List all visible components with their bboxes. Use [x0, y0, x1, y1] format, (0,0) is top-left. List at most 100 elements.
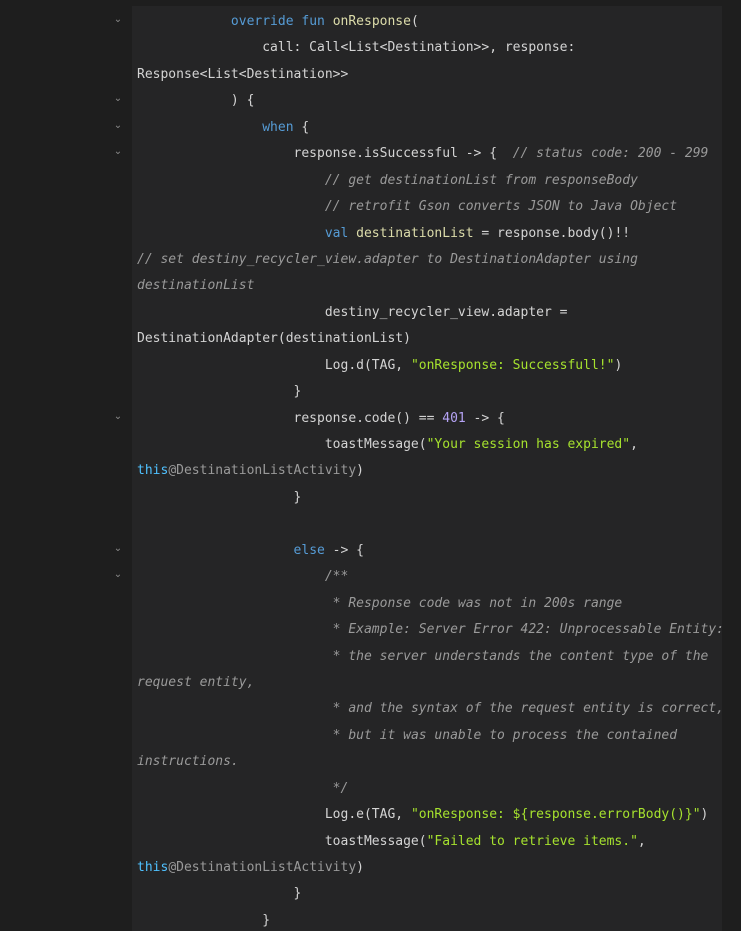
code-token: /**	[324, 569, 349, 585]
code-token: response.code() ==	[137, 410, 443, 426]
code-line[interactable]: ) {	[137, 88, 737, 114]
code-line[interactable]: toastMessage("Failed to retrieve items."…	[137, 829, 737, 855]
code-token: )	[356, 860, 364, 875]
code-token: * the server understands the content typ…	[332, 648, 709, 664]
code-token: )	[356, 463, 364, 479]
code-token: toastMessage(	[137, 437, 427, 452]
chevron-down-icon[interactable]: ⌄	[110, 410, 126, 424]
code-line[interactable]: Response<List<Destination>>	[137, 62, 737, 88]
chevron-down-icon[interactable]: ⌄	[110, 119, 126, 133]
code-line[interactable]: // retrofit Gson converts JSON to Java O…	[137, 194, 737, 220]
chevron-down-icon[interactable]: ⌄	[110, 145, 126, 159]
code-line[interactable]: }	[137, 881, 737, 907]
code-token: )	[700, 807, 709, 823]
code-token: ,	[630, 437, 638, 452]
code-area[interactable]: override fun onResponse( call: Call<List…	[137, 9, 737, 931]
code-token: }	[137, 384, 302, 400]
code-token: override	[230, 14, 294, 29]
code-token: else	[293, 542, 325, 558]
code-line[interactable]: response.isSuccessful -> { // status cod…	[137, 141, 737, 167]
code-line[interactable]: // get destinationList from responseBody	[137, 168, 737, 194]
code-line[interactable]: * and the syntax of the request entity i…	[137, 696, 737, 722]
code-token: destiny_recycler_view.adapter =	[137, 304, 568, 320]
code-token: call: Call<List<Destination>>, response:	[137, 40, 576, 56]
code-token: response.isSuccessful -> {	[137, 146, 513, 162]
code-line[interactable]: when {	[137, 115, 737, 141]
code-line[interactable]: * but it was unable to process the conta…	[137, 723, 737, 749]
code-token: = response.body()!!	[473, 225, 631, 241]
code-line[interactable]: else -> {	[137, 538, 737, 564]
code-line[interactable]: /**	[137, 564, 737, 590]
code-token: Log.e(TAG,	[137, 807, 411, 823]
code-token: }	[137, 886, 302, 902]
code-line[interactable]: override fun onResponse(	[137, 9, 737, 35]
code-token: fun	[301, 14, 325, 29]
code-line[interactable]: this@DestinationListActivity)	[137, 458, 737, 484]
code-token: (	[410, 14, 419, 29]
chevron-down-icon[interactable]: ⌄	[110, 92, 126, 106]
code-token: DestinationAdapter(destinationList)	[137, 331, 411, 347]
code-line[interactable]: destinationList	[137, 273, 737, 299]
code-token: {	[293, 119, 310, 135]
code-line[interactable]: }	[137, 379, 737, 405]
code-token: onResponse	[332, 14, 411, 29]
code-token: 401	[442, 410, 466, 426]
code-token: // status code: 200 - 299	[512, 146, 709, 162]
code-token: destinationList	[356, 225, 474, 241]
code-token: * Response code was not in 200s range	[332, 595, 623, 611]
code-token: val	[324, 225, 349, 241]
code-token: @DestinationListActivity	[168, 860, 357, 875]
code-line[interactable]: * the server understands the content typ…	[137, 644, 737, 670]
code-token: * but it was unable to process the conta…	[332, 727, 678, 743]
code-token: )	[614, 357, 623, 373]
code-line[interactable]: response.code() == 401 -> {	[137, 406, 737, 432]
code-token: -> {	[324, 542, 364, 558]
code-token: }	[137, 489, 302, 505]
code-line[interactable]: * Response code was not in 200s range	[137, 591, 737, 617]
chevron-down-icon[interactable]: ⌄	[110, 568, 126, 582]
code-token: toastMessage(	[137, 833, 427, 849]
code-line[interactable]: instructions.	[137, 749, 737, 775]
code-line[interactable]: * Example: Server Error 422: Unprocessab…	[137, 617, 737, 643]
code-line[interactable]: Log.d(TAG, "onResponse: Successfull!")	[137, 353, 737, 379]
code-token: * and the syntax of the request entity i…	[332, 701, 725, 717]
code-line[interactable]: */	[137, 776, 737, 802]
code-token: * Example: Server Error 422: Unprocessab…	[332, 622, 725, 638]
code-line[interactable]: Log.e(TAG, "onResponse: ${response.error…	[137, 802, 737, 828]
code-line[interactable]: DestinationAdapter(destinationList)	[137, 326, 737, 352]
code-token: this	[137, 463, 169, 479]
chevron-down-icon[interactable]: ⌄	[110, 13, 126, 27]
code-editor[interactable]: ⌄ ⌄ ⌄ ⌄ ⌄ ⌄ ⌄ override fun onResponse( call: C…	[0, 0, 741, 931]
code-line[interactable]: // set destiny_recycler_view.adapter to …	[137, 247, 737, 273]
code-line[interactable]	[137, 511, 737, 537]
code-line[interactable]: destiny_recycler_view.adapter =	[137, 300, 737, 326]
code-line[interactable]: call: Call<List<Destination>>, response:	[137, 35, 737, 61]
code-line[interactable]: request entity,	[137, 670, 737, 696]
chevron-down-icon[interactable]: ⌄	[110, 542, 126, 556]
code-line[interactable]: val destinationList = response.body()!!	[137, 221, 737, 247]
code-token: }	[137, 912, 271, 928]
code-token: "Your session has expired"	[426, 437, 631, 452]
code-token: this	[137, 860, 169, 875]
code-line[interactable]: }	[137, 908, 737, 931]
code-token: destinationList	[137, 278, 255, 294]
code-line[interactable]: toastMessage("Your session has expired",	[137, 432, 737, 458]
code-token: Response<List<Destination>>	[137, 66, 349, 82]
code-token: "onResponse: ${response.errorBody()}"	[410, 807, 701, 823]
code-line[interactable]: this@DestinationListActivity)	[137, 855, 737, 881]
code-line[interactable]: }	[137, 485, 737, 511]
